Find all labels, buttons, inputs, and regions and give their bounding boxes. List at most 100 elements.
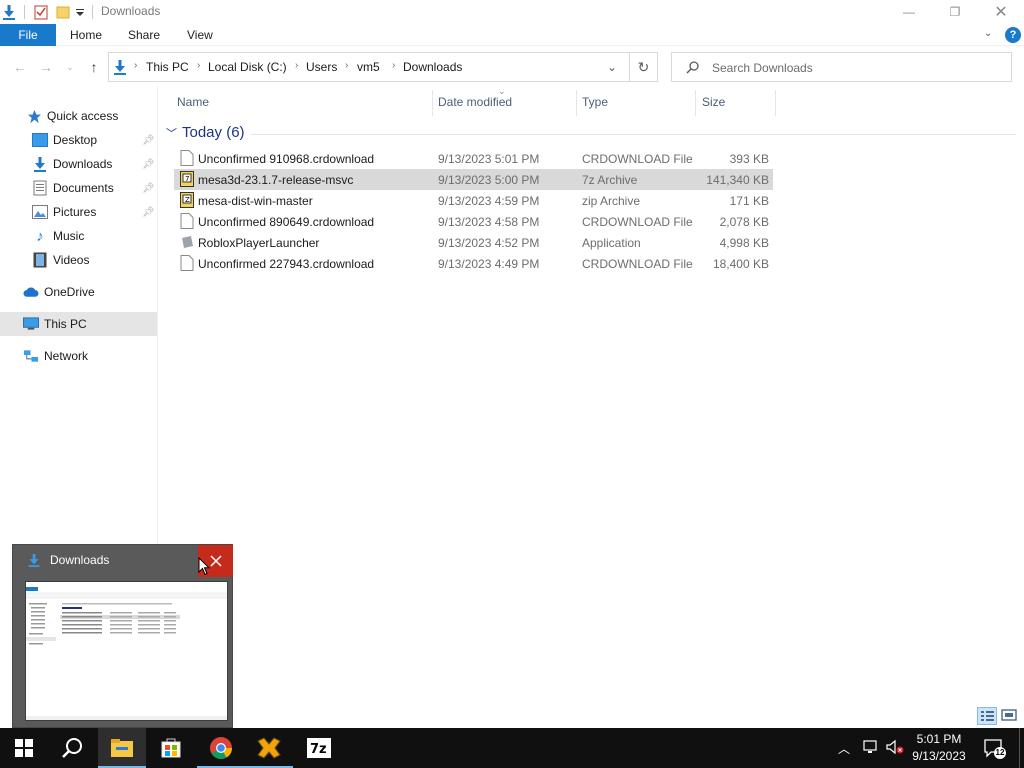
pin-icon[interactable]: 📌︎ [142,207,155,218]
file-date: 9/13/2023 4:59 PM [438,194,540,208]
network-status-icon[interactable] [863,739,881,758]
expand-ribbon-icon[interactable]: ⌄ [984,28,992,39]
help-icon[interactable]: ? [1005,27,1021,43]
window-preview-image [26,582,227,720]
breadcrumb-downloads[interactable]: Downloads [403,60,462,74]
search-placeholder: Search Downloads [712,61,813,75]
large-icons-view-icon [1001,709,1017,721]
large-icons-view-button[interactable] [1000,707,1020,725]
close-icon [209,555,222,567]
clock-date: 9/13/2023 [912,749,966,763]
properties-icon[interactable] [33,3,49,21]
breadcrumb-local-disk[interactable]: Local Disk (C:) [208,60,287,74]
start-button[interactable] [0,728,48,768]
search-input[interactable]: Search Downloads [671,52,1012,82]
pin-icon[interactable]: 📌︎ [142,183,155,194]
file-size: 141,340 KB [706,173,769,187]
column-divider[interactable] [695,90,696,116]
network-icon [23,348,39,364]
chrome-icon [210,737,232,759]
download-icon [32,156,48,172]
close-button[interactable]: ✕ [978,0,1024,24]
tab-home[interactable]: Home [70,24,102,46]
file-row[interactable]: Unconfirmed 890649.crdownload 9/13/2023 … [174,211,773,232]
file-date: 9/13/2023 4:52 PM [438,236,540,250]
taskbar-chrome[interactable] [197,728,245,768]
refresh-button[interactable]: ↻ [630,52,658,82]
taskbar-vmware[interactable] [245,728,293,768]
sidebar-item-onedrive[interactable]: OneDrive [0,280,157,304]
volume-muted-icon[interactable] [885,739,905,758]
action-center-button[interactable]: 12 [983,738,1006,759]
file-type: 7z Archive [582,173,638,187]
sidebar-item-music[interactable]: ♪ Music [0,224,157,248]
breadcrumb-this-pc[interactable]: This PC [146,60,189,74]
window-title: Downloads [101,4,161,18]
pin-icon[interactable]: 📌︎ [142,135,155,146]
back-button[interactable]: ← [10,58,30,76]
file-row[interactable]: Unconfirmed 910968.crdownload 9/13/2023 … [174,148,773,169]
restore-button[interactable]: ❐ [932,0,978,24]
search-button[interactable] [48,728,96,768]
music-icon: ♪ [36,227,44,245]
file-explorer-icon [111,739,133,757]
column-divider[interactable] [576,90,577,116]
show-desktop-button[interactable] [1019,728,1024,768]
customize-toolbar-icon[interactable] [75,3,85,21]
column-header-type[interactable]: Type [582,95,608,109]
system-clock[interactable]: 5:01 PM 9/13/2023 [904,731,974,765]
sidebar-item-pictures[interactable]: Pictures 📌︎ [0,200,157,224]
sidebar-item-network[interactable]: Network [0,344,157,368]
tab-file[interactable]: File [0,24,56,46]
tab-view[interactable]: View [187,24,213,46]
show-hidden-icons-button[interactable]: ︿ [838,740,850,757]
sidebar-item-label: Videos [53,253,90,267]
search-icon [686,60,700,77]
column-header-date[interactable]: Date modified [438,95,512,109]
file-row[interactable]: 7 mesa3d-23.1.7-release-msvc 9/13/2023 5… [174,169,773,190]
file-icon [180,213,194,229]
forward-button[interactable]: → [36,58,56,76]
column-divider[interactable] [775,90,776,116]
group-header-today[interactable]: ﹀ Today (6) [166,124,245,141]
mouse-cursor-icon [198,556,211,576]
address-history-icon[interactable]: ⌄ [607,60,617,74]
sidebar-item-documents[interactable]: Documents 📌︎ [0,176,157,200]
file-row[interactable]: RobloxPlayerLauncher 9/13/2023 4:52 PM A… [174,232,773,253]
address-bar[interactable]: › This PC › Local Disk (C:) › Users › vm… [108,52,630,82]
sidebar-item-label: This PC [44,317,87,331]
pin-icon[interactable]: 📌︎ [142,159,155,170]
file-size: 4,998 KB [719,236,769,250]
column-header-size[interactable]: Size [702,95,725,109]
taskbar-file-explorer[interactable] [98,728,146,768]
sidebar-item-desktop[interactable]: Desktop 📌︎ [0,128,157,152]
sidebar-item-this-pc[interactable]: This PC [0,312,157,336]
file-row[interactable]: Unconfirmed 227943.crdownload 9/13/2023 … [174,253,773,274]
tab-share[interactable]: Share [128,24,160,46]
file-date: 9/13/2023 4:58 PM [438,215,540,229]
file-row[interactable]: Z mesa-dist-win-master 9/13/2023 4:59 PM… [174,190,773,211]
sidebar-item-downloads[interactable]: Downloads 📌︎ [0,152,157,176]
taskbar-7zip[interactable]: 7z [295,728,343,768]
chevron-down-icon: ⌄ [66,61,74,72]
details-view-button[interactable] [977,707,997,725]
sidebar-item-videos[interactable]: Videos [0,248,157,272]
breadcrumb-vm5[interactable]: vm5 [357,60,380,74]
minimize-button[interactable]: — [886,0,932,24]
archive-icon: Z [180,192,194,208]
sidebar-item-label: Music [53,229,85,243]
breadcrumb-users[interactable]: Users [306,60,337,74]
search-icon [62,738,82,758]
sidebar-item-quick-access[interactable]: Quick access [0,104,157,128]
recent-locations-button[interactable]: ⌄ [60,58,80,76]
file-type: CRDOWNLOAD File [582,215,693,229]
application-icon [180,234,194,250]
column-header-name[interactable]: Name [177,95,209,109]
new-folder-icon[interactable] [56,3,70,21]
up-button[interactable]: ↑ [84,58,104,76]
column-divider[interactable] [432,90,433,116]
details-view-icon [981,711,994,721]
sidebar-item-label: OneDrive [44,285,95,299]
file-icon [180,255,194,271]
taskbar-store[interactable] [147,728,195,768]
